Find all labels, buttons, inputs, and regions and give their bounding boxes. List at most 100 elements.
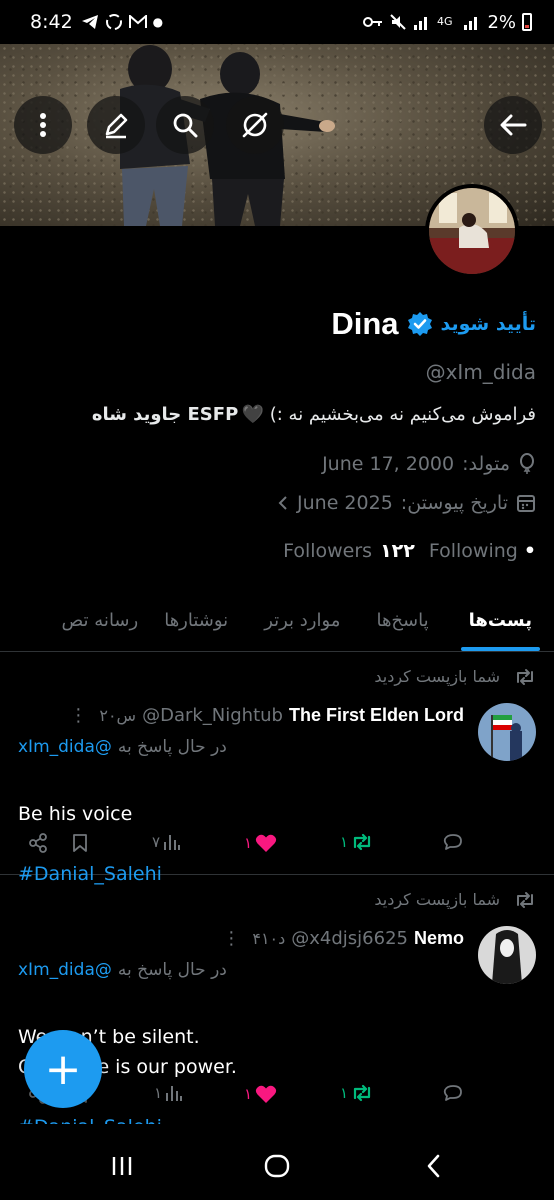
reposts-count: ۱ — [340, 833, 349, 851]
bookmark-icon — [73, 834, 87, 852]
compose-button[interactable]: + — [24, 1030, 102, 1108]
reply-button[interactable] — [442, 833, 464, 853]
following-label: Following — [428, 540, 518, 562]
views-button[interactable]: ۱ — [154, 1084, 183, 1102]
post-author[interactable]: Nemo — [414, 928, 464, 949]
followers-count: ۱۲۲ — [380, 540, 415, 562]
share-icon — [29, 833, 47, 853]
repost-indicator: شما بازپست کردید — [374, 890, 536, 909]
name-row: Dina تأیید شوید — [331, 306, 536, 342]
share-button[interactable] — [28, 833, 48, 853]
more-icon[interactable]: ⋮ — [69, 705, 87, 726]
views-icon — [164, 835, 181, 850]
tab-replies[interactable]: پاسخ‌ها — [358, 590, 446, 651]
avatar-photo — [429, 188, 515, 274]
born-label: متولد: — [462, 453, 510, 475]
battery-percent: 2% — [487, 11, 516, 33]
reply-icon — [443, 834, 462, 850]
search-button[interactable] — [156, 96, 214, 154]
post-handle[interactable]: @Dark_Nightub — [142, 705, 283, 726]
like-button[interactable]: ۱ — [244, 833, 277, 853]
post-header: ⋮ ۲۰س @Dark_Nightub The First Elden Lord — [69, 705, 464, 726]
4g-icon: 4G — [437, 15, 453, 28]
home-icon — [264, 1154, 290, 1178]
more-icon — [40, 113, 46, 137]
battery-icon — [522, 13, 532, 31]
likes-count: ۱ — [244, 834, 253, 852]
joined-label: تاریخ پیوستن: — [400, 492, 508, 514]
profile-tabs: پست‌ها پاسخ‌ها موارد برتر نوشتارها رسانه… — [0, 590, 554, 652]
author-avatar[interactable] — [478, 703, 536, 761]
repost-label: شما بازپست کردید — [374, 890, 500, 909]
tab-posts[interactable]: پست‌ها — [447, 590, 554, 651]
views-count: ۱ — [154, 1084, 163, 1102]
like-button[interactable]: ۱ — [244, 1084, 277, 1104]
telegram-icon — [81, 15, 98, 29]
recycle-icon — [105, 14, 122, 30]
joined-row[interactable]: تاریخ پیوستن: June 2025 — [277, 492, 536, 514]
bookmark-button[interactable] — [72, 833, 88, 853]
bio-end: فراموش می‌کنیم نه می‌بخشیم نه :) — [269, 404, 536, 425]
reply-icon — [443, 1085, 462, 1101]
get-verified-link[interactable]: تأیید شوید — [441, 313, 536, 335]
tab-highlights[interactable]: موارد برتر — [246, 590, 358, 651]
repost-icon — [517, 668, 533, 685]
chevron-left-icon — [278, 496, 287, 510]
born-date: June 17, 2000 — [322, 453, 455, 475]
bio-start: ESFP جاوید شاه — [91, 404, 239, 425]
recent-apps-button[interactable] — [102, 1146, 142, 1186]
replying-label: در حال پاسخ به — [117, 960, 227, 980]
heart-filled-icon — [255, 1085, 277, 1103]
author-avatar[interactable] — [478, 926, 536, 984]
followers-link[interactable]: Followers ۱۲۲ — [283, 540, 415, 562]
views-button[interactable]: ۷ — [152, 833, 181, 851]
more-options-button[interactable] — [14, 96, 72, 154]
tab-articles[interactable]: نوشتارها — [146, 590, 246, 651]
replying-to: در حال پاسخ به @xIm_dida — [18, 737, 227, 757]
back-button[interactable] — [484, 96, 542, 154]
black-heart-icon: 🖤 — [241, 404, 264, 425]
repost-button[interactable]: ۱ — [340, 833, 373, 851]
hide-button[interactable] — [226, 96, 284, 154]
repost-active-icon — [353, 833, 371, 851]
tab-media[interactable]: رسانه تص — [54, 590, 147, 651]
post-item[interactable]: شما بازپست کردید ⋮ ۲۰س @Dark_Nightub The… — [0, 653, 554, 885]
views-count: ۷ — [152, 833, 161, 851]
edit-profile-button[interactable] — [87, 96, 145, 154]
post-handle[interactable]: @x4djsj6625 — [291, 928, 408, 949]
gmail-icon — [128, 15, 147, 28]
post-actions: ۷ ۱ ۱ — [0, 833, 554, 863]
post-time: ۴۱۰د — [252, 929, 286, 948]
edit-icon — [105, 113, 128, 139]
post-body: Be his voice — [18, 803, 133, 825]
author-avatar-photo — [478, 926, 536, 984]
more-icon[interactable]: ⋮ — [222, 928, 240, 949]
repost-label: شما بازپست کردید — [374, 667, 500, 686]
replying-label: در حال پاسخ به — [117, 737, 227, 757]
following-link[interactable]: Following • — [429, 540, 536, 562]
author-avatar-photo — [478, 703, 536, 761]
home-button[interactable] — [257, 1146, 297, 1186]
nav-back-icon — [427, 1154, 440, 1178]
signal-icon — [414, 17, 428, 30]
calendar-icon — [517, 495, 535, 512]
search-icon — [173, 113, 198, 138]
profile-bio: فراموش می‌کنیم نه می‌بخشیم نه :) 🖤 ESFP … — [92, 404, 536, 425]
replying-mention[interactable]: @xIm_dida — [18, 960, 112, 980]
heart-filled-icon — [255, 834, 277, 852]
profile-avatar[interactable] — [425, 184, 519, 278]
repost-button[interactable]: ۱ — [340, 1084, 373, 1102]
followers-label: Followers — [283, 540, 373, 562]
post-time: ۲۰س — [99, 706, 137, 725]
reply-button[interactable] — [442, 1084, 464, 1104]
status-bar: 8:42 ● 4G 2% — [0, 0, 554, 44]
replying-mention[interactable]: @xIm_dida — [18, 737, 112, 757]
dot-icon: ● — [152, 15, 164, 29]
verified-badge-icon — [407, 312, 432, 336]
recent-apps-icon — [112, 1157, 132, 1175]
system-nav-bar — [0, 1124, 554, 1200]
post-header: ⋮ ۴۱۰د @x4djsj6625 Nemo — [222, 928, 464, 949]
nav-back-button[interactable] — [414, 1146, 454, 1186]
joined-date: June 2025 — [297, 492, 393, 514]
post-author[interactable]: The First Elden Lord — [289, 705, 464, 726]
